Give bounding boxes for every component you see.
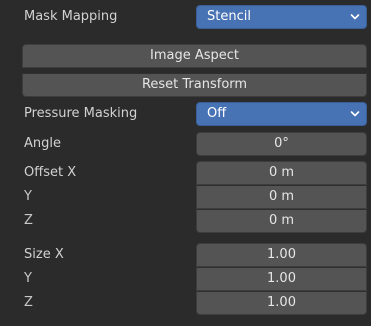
size-y-field[interactable]: 1.00 [196,267,367,291]
size-x-field[interactable]: 1.00 [196,243,367,267]
texture-mask-panel: Mask Mapping Stencil Image Aspect Reset … [0,0,371,326]
pressure-masking-label: Pressure Masking [24,106,138,121]
offset-x-row: Offset X 0 m [0,161,371,185]
offset-y-label: Y [24,189,32,204]
offset-y-field[interactable]: 0 m [196,185,367,209]
offset-x-label: Offset X [24,165,77,180]
pressure-masking-value: Off [207,106,227,121]
size-z-row: Z 1.00 [0,291,371,315]
mask-mapping-dropdown[interactable]: Stencil [196,5,367,29]
image-aspect-button[interactable]: Image Aspect [22,44,367,68]
mask-mapping-label: Mask Mapping [24,9,118,24]
angle-row: Angle 0° [0,132,371,156]
size-z-label: Z [24,295,33,310]
offset-z-row: Z 0 m [0,209,371,233]
size-y-label: Y [24,271,32,286]
size-y-row: Y 1.00 [0,267,371,291]
size-z-field[interactable]: 1.00 [196,291,367,315]
chevron-down-icon [350,111,360,117]
reset-transform-button[interactable]: Reset Transform [22,73,367,97]
angle-field[interactable]: 0° [196,132,367,156]
offset-y-row: Y 0 m [0,185,371,209]
offset-z-field[interactable]: 0 m [196,209,367,233]
offset-z-label: Z [24,213,33,228]
size-x-row: Size X 1.00 [0,243,371,267]
mask-mapping-value: Stencil [207,9,251,24]
offset-x-field[interactable]: 0 m [196,161,367,185]
pressure-masking-row: Pressure Masking Off [0,102,371,126]
mask-mapping-row: Mask Mapping Stencil [0,5,371,29]
pressure-masking-dropdown[interactable]: Off [196,102,367,126]
chevron-down-icon [350,14,360,20]
size-x-label: Size X [24,247,64,262]
angle-label: Angle [24,136,61,151]
